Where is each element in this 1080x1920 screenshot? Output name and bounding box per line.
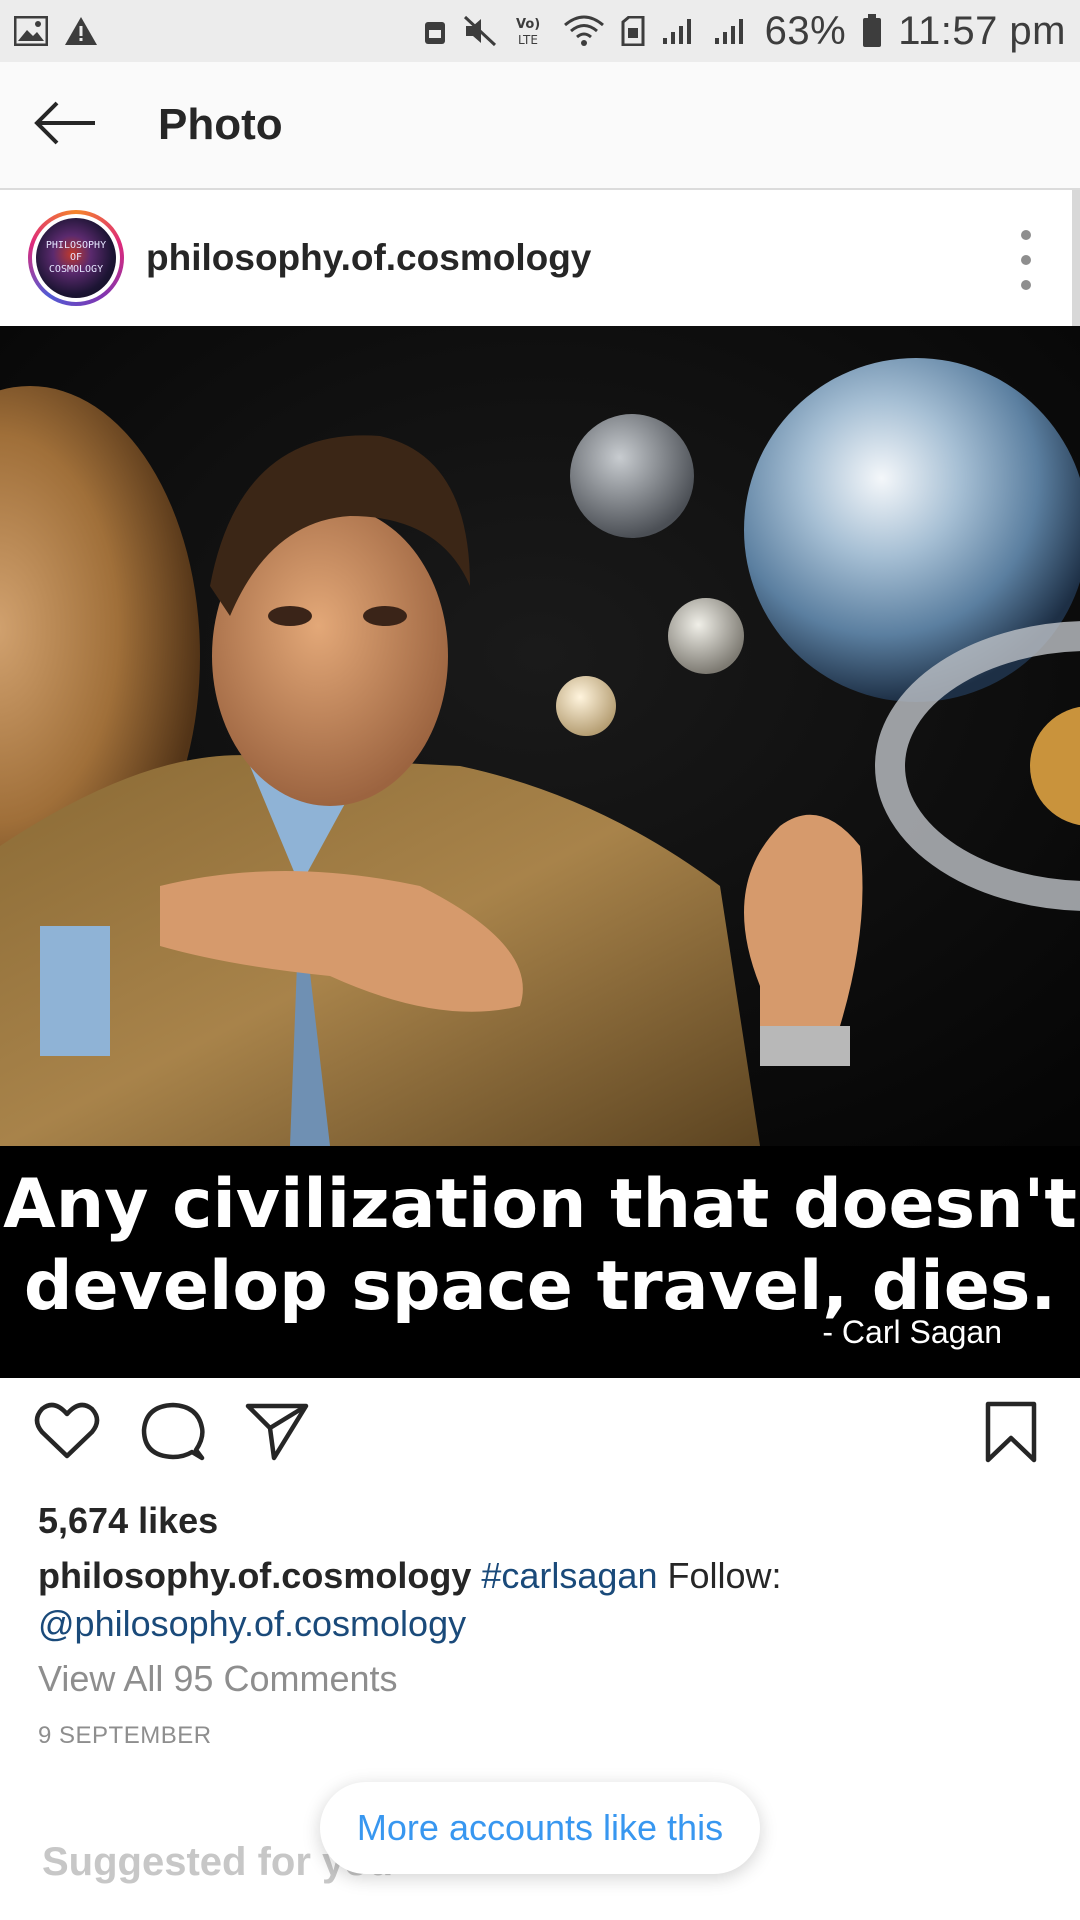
battery-percent: 63%	[764, 8, 847, 53]
status-bar: Vo) LTE 63% 11:57 pm	[0, 0, 1080, 62]
post-caption: philosophy.of.cosmology #carlsagan Follo…	[38, 1552, 1048, 1648]
comment-icon	[140, 1400, 206, 1469]
more-options-button[interactable]	[1006, 230, 1046, 290]
more-accounts-button[interactable]: More accounts like this	[320, 1782, 760, 1874]
caption-hashtag[interactable]: #carlsagan	[481, 1555, 657, 1596]
caption-mention[interactable]: @philosophy.of.cosmology	[38, 1603, 466, 1644]
post-date: 9 SEPTEMBER	[38, 1722, 212, 1749]
warning-icon	[64, 16, 98, 46]
gallery-icon	[14, 16, 48, 46]
more-vertical-icon	[1021, 230, 1031, 240]
send-icon	[244, 1400, 310, 1467]
quote-band: Any civilization that doesn't develop sp…	[0, 1146, 1080, 1378]
bookmark-icon	[984, 1400, 1038, 1469]
clock: 11:57 pm	[898, 8, 1066, 53]
quote-attribution: - Carl Sagan	[822, 1314, 1002, 1350]
app-bar: Photo	[0, 62, 1080, 190]
signal-icon-2	[713, 16, 749, 46]
avatar-image: PHILOSOPHY OF COSMOLOGY	[36, 218, 116, 298]
comment-button[interactable]	[140, 1400, 206, 1469]
battery-icon	[862, 14, 882, 48]
view-comments-link[interactable]: View All 95 Comments	[38, 1658, 398, 1700]
post-actions	[0, 1400, 1080, 1480]
back-button[interactable]	[0, 61, 130, 189]
signal-icon	[661, 16, 697, 46]
caption-text: Follow:	[667, 1555, 782, 1596]
page-title: Photo	[158, 100, 283, 149]
post-photo[interactable]: Any civilization that doesn't develop sp…	[0, 326, 1080, 1378]
wifi-icon	[563, 15, 605, 47]
post-username[interactable]: philosophy.of.cosmology	[146, 237, 591, 279]
mute-icon	[463, 15, 497, 47]
share-button[interactable]	[244, 1400, 310, 1467]
android-icon	[423, 16, 447, 46]
svg-text:LTE: LTE	[518, 33, 538, 47]
volte-icon: Vo) LTE	[513, 14, 547, 48]
quote-text: Any civilization that doesn't develop sp…	[3, 1165, 1077, 1326]
heart-icon	[34, 1400, 100, 1465]
svg-text:Vo): Vo)	[516, 17, 540, 32]
photo-scene	[0, 326, 1080, 1146]
arrow-left-icon	[33, 101, 97, 150]
avatar[interactable]: PHILOSOPHY OF COSMOLOGY	[28, 210, 124, 306]
post-header: PHILOSOPHY OF COSMOLOGY philosophy.of.co…	[0, 190, 1080, 326]
caption-username[interactable]: philosophy.of.cosmology	[38, 1555, 471, 1596]
sim-icon	[621, 16, 645, 46]
likes-count[interactable]: 5,674 likes	[38, 1500, 218, 1542]
like-button[interactable]	[34, 1400, 100, 1465]
save-button[interactable]	[984, 1400, 1038, 1469]
